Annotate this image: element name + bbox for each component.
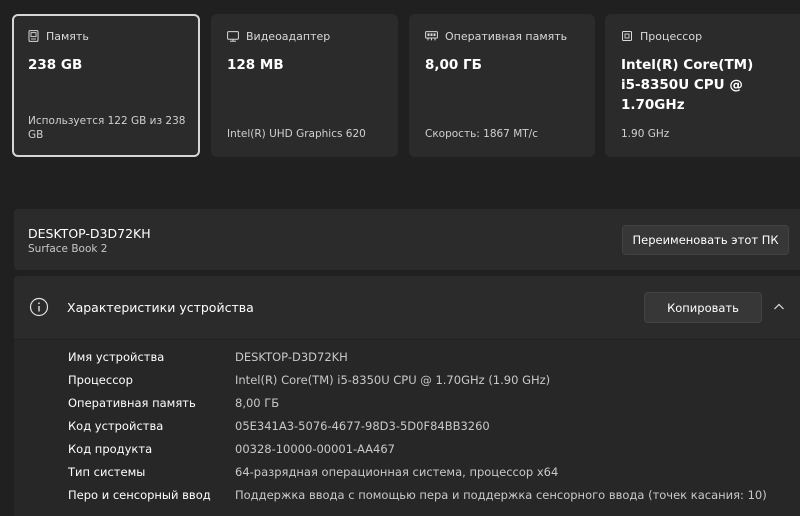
card-value: Intel(R) Core(TM) i5-8350U CPU @ 1.70GHz (621, 57, 754, 113)
specs-title: Характеристики устройства (67, 300, 254, 315)
card-header: Оперативная память (425, 29, 579, 43)
spec-value: 00328-10000-00001-AA467 (235, 442, 395, 456)
spec-row: Оперативная память 8,00 ГБ (14, 392, 800, 415)
device-model: Surface Book 2 (28, 243, 108, 255)
storage-card[interactable]: Память 238 GB Используется 122 GB из 238… (12, 14, 200, 157)
spec-value: 05E341A3-5076-4677-98D3-5D0F84BB3260 (235, 419, 490, 433)
spec-key: Код устройства (68, 419, 164, 433)
spec-value: 64-разрядная операционная система, проце… (235, 465, 559, 479)
card-label: Процессор (640, 29, 703, 43)
about-page: Память 238 GB Используется 122 GB из 238… (0, 0, 800, 516)
card-label: Видеоадаптер (246, 29, 331, 43)
spec-value: Intel(R) Core(TM) i5-8350U CPU @ 1.70GHz… (235, 373, 551, 387)
card-header: Видеоадаптер (227, 29, 382, 43)
device-name-section: DESKTOP-D3D72KH Surface Book 2 Переимено… (14, 209, 800, 270)
spec-key: Тип системы (68, 465, 146, 479)
spec-value: Поддержка ввода с помощью пера и поддерж… (235, 488, 767, 502)
spec-row: Имя устройства DESKTOP-D3D72KH (14, 346, 800, 369)
card-label: Оперативная память (445, 29, 568, 43)
device-name: DESKTOP-D3D72KH (28, 226, 151, 241)
device-specs-list: Имя устройства DESKTOP-D3D72KH Процессор… (14, 340, 800, 516)
chevron-up-icon[interactable] (772, 300, 786, 314)
card-subtext: 1.90 GHz (621, 128, 670, 140)
spec-key: Имя устройства (68, 350, 165, 364)
card-subtext: Скорость: 1867 MT/c (425, 128, 538, 140)
card-header: Процессор (621, 29, 784, 43)
spec-key: Код продукта (68, 442, 153, 456)
card-value: 8,00 ГБ (425, 57, 482, 73)
spec-key: Оперативная память (68, 396, 196, 410)
cpu-icon (622, 31, 632, 41)
spec-key: Процессор (68, 373, 133, 387)
card-subtext: Intel(R) UHD Graphics 620 (227, 128, 366, 140)
spec-row: Код продукта 00328-10000-00001-AA467 (14, 438, 800, 461)
device-specs-header[interactable]: Характеристики устройства Копировать (14, 276, 800, 339)
spec-key: Перо и сенсорный ввод (68, 488, 211, 502)
ram-card[interactable]: Оперативная память 8,00 ГБ Скорость: 186… (409, 14, 595, 157)
spec-row: Процессор Intel(R) Core(TM) i5-8350U CPU… (14, 369, 800, 392)
ram-icon (425, 31, 438, 41)
storage-icon (28, 30, 39, 42)
spec-value: 8,00 ГБ (235, 396, 280, 410)
card-value: 238 GB (28, 57, 83, 73)
spec-value: DESKTOP-D3D72KH (235, 350, 348, 364)
spec-row: Перо и сенсорный ввод Поддержка ввода с … (14, 484, 800, 507)
rename-pc-button[interactable]: Переименовать этот ПК (622, 225, 789, 255)
spec-row: Тип системы 64-разрядная операционная си… (14, 461, 800, 484)
card-header: Память (28, 29, 184, 43)
cpu-card[interactable]: Процессор Intel(R) Core(TM) i5-8350U CPU… (605, 14, 800, 157)
info-icon (29, 297, 49, 317)
gpu-card[interactable]: Видеоадаптер 128 MB Intel(R) UHD Graphic… (211, 14, 398, 157)
card-label: Память (46, 29, 89, 43)
card-subtext: Используется 122 GB из 238 GB (28, 115, 186, 141)
spec-row: Код устройства 05E341A3-5076-4677-98D3-5… (14, 415, 800, 438)
copy-button[interactable]: Копировать (644, 292, 762, 323)
gpu-icon (227, 30, 239, 42)
card-value: 128 MB (227, 57, 284, 73)
